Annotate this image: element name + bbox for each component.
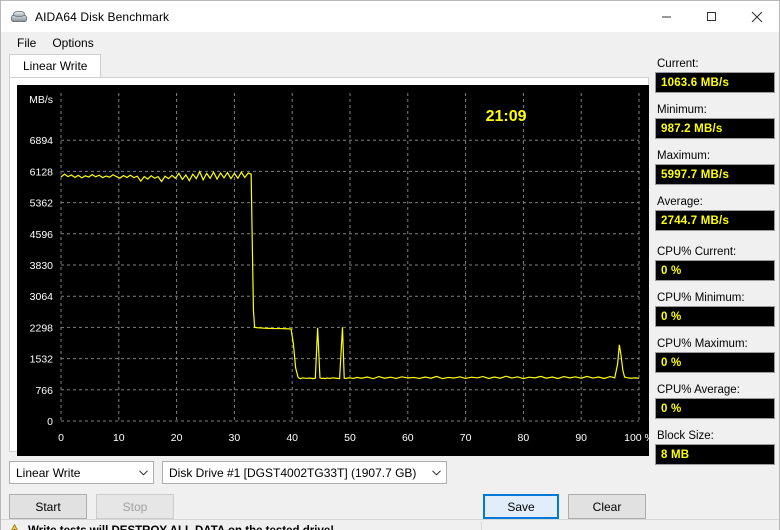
- status-message: Write tests will DESTROY ALL DATA on the…: [28, 525, 334, 530]
- y-tick-label: 5362: [30, 198, 54, 210]
- stat-value-cpu-minimum: 0 %: [661, 310, 682, 323]
- chart-plot-area: MB/s 0 766 1532 2298 3064 3830 4596 5362 6128 6894…: [17, 85, 649, 456]
- buttons-row: Start Stop Save Clear: [9, 494, 655, 519]
- left-column: Linear Write MB/s 0 766 1532 2298 3064 3830 459…: [1, 54, 655, 519]
- x-tick-label: 60: [402, 432, 414, 444]
- statistics-panel: Current: 1063.6 MB/s Minimum: 987.2 MB/s Max…: [655, 54, 775, 519]
- x-tick-label: 10: [113, 432, 125, 444]
- x-tick-label: 0: [58, 432, 64, 444]
- stat-label-cpu-minimum: CPU% Minimum:: [657, 292, 745, 304]
- x-tick-label: 100 %: [624, 432, 649, 444]
- stat-box-maximum: 5997.7 MB/s: [655, 164, 775, 185]
- chart-panel: MB/s 0 766 1532 2298 3064 3830 4596 5362 6128 6894…: [9, 77, 649, 456]
- stat-value-cpu-current: 0 %: [661, 264, 682, 277]
- aida64-disk-benchmark-window: AIDA64 Disk Benchmark File Options Linea…: [0, 0, 780, 530]
- disk-drive-icon: [9, 7, 29, 27]
- stat-box-current: 1063.6 MB/s: [655, 72, 775, 93]
- stat-label-cpu-current: CPU% Current:: [657, 246, 737, 258]
- stat-box-average: 2744.7 MB/s: [655, 210, 775, 231]
- stat-label-block-size: Block Size:: [657, 430, 714, 442]
- x-tick-label: 70: [460, 432, 472, 444]
- stat-box-cpu-minimum: 0 %: [655, 306, 775, 327]
- benchmark-line-chart: MB/s 0 766 1532 2298 3064 3830 4596 5362 6128 6894…: [29, 93, 649, 444]
- x-tick-label: 30: [229, 432, 241, 444]
- stat-label-minimum: Minimum:: [657, 104, 707, 116]
- stat-box-cpu-current: 0 %: [655, 260, 775, 281]
- stat-value-average: 2744.7 MB/s: [661, 214, 730, 227]
- window-title: AIDA64 Disk Benchmark: [35, 9, 170, 24]
- y-tick-label: 0: [47, 416, 53, 428]
- y-tick-label: 2298: [30, 322, 54, 334]
- stat-box-cpu-maximum: 0 %: [655, 352, 775, 373]
- drive-select[interactable]: Disk Drive #1 [DGST4002TG33T] (1907.7 GB…: [162, 461, 447, 484]
- title-bar: AIDA64 Disk Benchmark: [1, 1, 779, 32]
- status-bar: Write tests will DESTROY ALL DATA on the…: [1, 519, 779, 530]
- stat-label-cpu-average: CPU% Average:: [657, 384, 740, 396]
- elapsed-timer: 21:09: [486, 108, 527, 125]
- y-tick-label: 4596: [30, 229, 54, 241]
- menu-item-options[interactable]: Options: [45, 34, 100, 52]
- drive-select-value: Disk Drive #1 [DGST4002TG33T] (1907.7 GB…: [169, 465, 417, 480]
- y-tick-label: 6894: [30, 135, 54, 147]
- minimize-icon[interactable]: [644, 1, 689, 32]
- x-tick-label: 20: [171, 432, 183, 444]
- x-tick-label: 50: [344, 432, 356, 444]
- y-tick-label: 6128: [30, 166, 54, 178]
- main-content: Linear Write MB/s 0 766 1532 2298 3064 3830 459…: [1, 54, 779, 519]
- close-icon[interactable]: [734, 1, 779, 32]
- tab-strip: Linear Write: [9, 54, 655, 77]
- window-controls: [644, 1, 779, 32]
- stat-label-current: Current:: [657, 58, 699, 70]
- y-tick-label: 3830: [30, 260, 54, 272]
- stat-value-maximum: 5997.7 MB/s: [661, 168, 730, 181]
- control-bar: Linear Write Disk Drive #1 [DGST4002TG33…: [9, 461, 655, 519]
- y-tick-label: 3064: [30, 291, 54, 303]
- stat-box-minimum: 987.2 MB/s: [655, 118, 775, 139]
- x-tick-label: 80: [518, 432, 530, 444]
- warning-triangle-icon: [7, 523, 22, 530]
- stat-value-minimum: 987.2 MB/s: [661, 122, 723, 135]
- stat-label-average: Average:: [657, 196, 703, 208]
- stat-value-current: 1063.6 MB/s: [661, 76, 730, 89]
- clear-button[interactable]: Clear: [568, 494, 646, 519]
- stat-label-cpu-maximum: CPU% Maximum:: [657, 338, 748, 350]
- chevron-down-icon: [133, 469, 153, 476]
- stop-button: Stop: [96, 494, 174, 519]
- stat-value-cpu-maximum: 0 %: [661, 356, 682, 369]
- save-button[interactable]: Save: [483, 494, 559, 519]
- stat-box-cpu-average: 0 %: [655, 398, 775, 419]
- stat-label-maximum: Maximum:: [657, 150, 711, 162]
- stat-value-cpu-average: 0 %: [661, 402, 682, 415]
- stat-value-block-size: 8 MB: [661, 448, 690, 461]
- start-button[interactable]: Start: [9, 494, 87, 519]
- y-axis-unit-label: MB/s: [29, 94, 53, 106]
- tab-linear-write[interactable]: Linear Write: [9, 54, 102, 77]
- maximize-icon[interactable]: [689, 1, 734, 32]
- status-divider: [481, 522, 482, 530]
- x-tick-label: 90: [575, 432, 587, 444]
- x-tick-label: 40: [286, 432, 298, 444]
- stat-box-block-size: 8 MB: [655, 444, 775, 465]
- selectors-row: Linear Write Disk Drive #1 [DGST4002TG33…: [9, 461, 655, 484]
- test-mode-select[interactable]: Linear Write: [9, 461, 154, 484]
- menu-bar: File Options: [1, 32, 779, 54]
- chevron-down-icon: [426, 469, 446, 476]
- menu-item-file[interactable]: File: [10, 34, 43, 52]
- y-tick-label: 1532: [30, 354, 54, 366]
- y-tick-label: 766: [35, 385, 53, 397]
- test-mode-value: Linear Write: [16, 465, 81, 480]
